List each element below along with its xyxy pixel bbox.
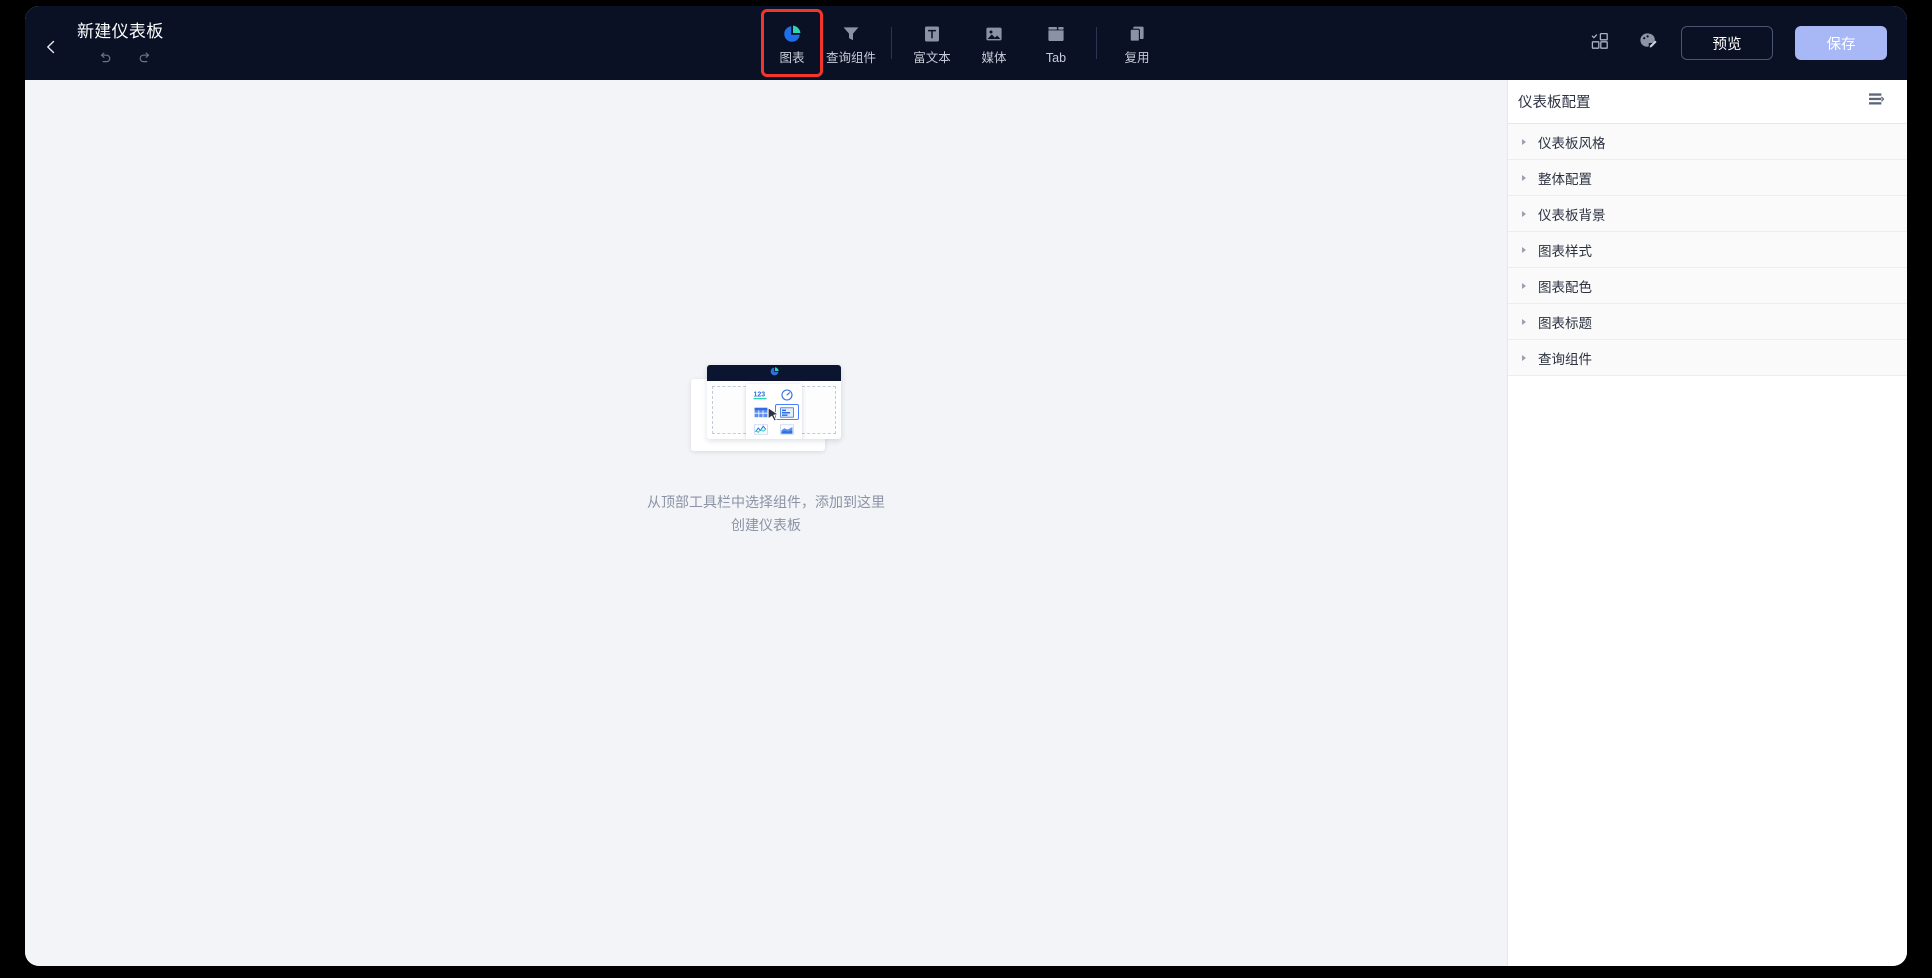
tool-reuse-label: 复用 [1124, 50, 1150, 65]
chevron-right-icon [1519, 210, 1529, 218]
tool-media-label: 媒体 [981, 50, 1007, 65]
config-section-label: 图表配色 [1538, 279, 1592, 295]
tool-rich-text-label: 富文本 [913, 50, 951, 65]
preview-button-label: 预览 [1712, 36, 1742, 53]
page-title: 新建仪表板 [77, 22, 164, 41]
config-section-label: 仪表板背景 [1538, 207, 1606, 223]
illustration-front-card: 123 [707, 365, 841, 439]
config-section-label: 查询组件 [1538, 351, 1592, 367]
config-section-label: 整体配置 [1538, 171, 1592, 187]
tool-query-component[interactable]: 查询组件 [820, 13, 882, 73]
config-section-chart-colors[interactable]: 图表配色 [1508, 268, 1907, 304]
body: 123 从顶部工具栏中选择组件，添加到这里 创建仪表板 仪表板配置 仪表板风格 … [25, 80, 1907, 966]
chevron-right-icon [1519, 138, 1529, 146]
mouse-pointer-icon [767, 407, 781, 429]
tab-window-icon [1045, 22, 1067, 46]
rich-text-icon [921, 22, 943, 46]
config-panel-header: 仪表板配置 [1508, 80, 1907, 124]
chevron-right-icon [1519, 318, 1529, 326]
tool-query-component-label: 查询组件 [825, 50, 876, 65]
save-button-label: 保存 [1826, 36, 1856, 53]
undo-button[interactable] [93, 49, 117, 71]
top-toolbar: 新建仪表板 图表 查询组件 富文本 媒体 Tab 复用 预览 保存 [25, 6, 1907, 80]
list-menu-icon [1867, 90, 1885, 113]
chevron-right-icon [1519, 174, 1529, 182]
toolbar-tools: 图表 查询组件 富文本 媒体 Tab 复用 [761, 6, 1168, 80]
config-section-chart-style[interactable]: 图表样式 [1508, 232, 1907, 268]
empty-state-line-2: 创建仪表板 [731, 517, 801, 533]
pie-chart-icon [781, 22, 803, 46]
gauge-icon [776, 388, 799, 402]
redo-icon [137, 50, 153, 71]
config-section-list: 仪表板风格 整体配置 仪表板背景 图表样式 图表配色 图表标题 查询组件 [1508, 124, 1907, 376]
preview-button[interactable]: 预览 [1681, 26, 1773, 60]
config-section-label: 图表样式 [1538, 243, 1592, 259]
chevron-right-icon [1519, 354, 1529, 362]
config-section-query-component[interactable]: 查询组件 [1508, 340, 1907, 376]
empty-state: 123 从顶部工具栏中选择组件，添加到这里 创建仪表板 [647, 365, 885, 537]
undo-icon [97, 50, 113, 71]
redo-button[interactable] [133, 49, 157, 71]
layout-grid-icon [1590, 31, 1610, 56]
theme-palette-button[interactable] [1633, 28, 1663, 58]
save-button[interactable]: 保存 [1795, 26, 1887, 60]
config-panel: 仪表板配置 仪表板风格 整体配置 仪表板背景 图表样式 图表配色 图表标题 查询… [1507, 80, 1907, 966]
config-section-label: 仪表板风格 [1538, 135, 1606, 151]
toolbar-divider [1096, 27, 1097, 59]
title-stack: 新建仪表板 [69, 15, 164, 71]
tool-chart-label: 图表 [779, 50, 805, 65]
illustration-stage: 123 [707, 381, 841, 439]
media-image-icon [983, 22, 1005, 46]
chevron-right-icon [1519, 246, 1529, 254]
svg-text:123: 123 [754, 392, 766, 399]
dashboard-canvas[interactable]: 123 从顶部工具栏中选择组件，添加到这里 创建仪表板 [25, 80, 1507, 966]
tool-rich-text[interactable]: 富文本 [901, 13, 963, 73]
number-123-icon: 123 [750, 388, 773, 402]
history-controls [77, 43, 164, 71]
config-section-chart-title[interactable]: 图表标题 [1508, 304, 1907, 340]
config-panel-menu-button[interactable] [1865, 91, 1887, 113]
tool-media[interactable]: 媒体 [963, 13, 1025, 73]
tool-tab[interactable]: Tab [1025, 13, 1087, 73]
illustration-header-bar [707, 365, 841, 381]
app-window: 新建仪表板 图表 查询组件 富文本 媒体 Tab 复用 预览 保存 123 从顶… [25, 6, 1907, 966]
tool-chart[interactable]: 图表 [761, 9, 823, 77]
tool-tab-label: Tab [1045, 50, 1067, 65]
config-section-dashboard-style[interactable]: 仪表板风格 [1508, 124, 1907, 160]
empty-state-text: 从顶部工具栏中选择组件，添加到这里 创建仪表板 [647, 491, 885, 537]
config-section-overall-config[interactable]: 整体配置 [1508, 160, 1907, 196]
back-button[interactable] [33, 27, 69, 67]
duplicate-icon [1126, 22, 1148, 46]
chevron-right-icon [1519, 282, 1529, 290]
config-section-label: 图表标题 [1538, 315, 1592, 331]
empty-state-illustration: 123 [691, 365, 841, 453]
toolbar-right-group: 预览 保存 [1585, 6, 1887, 80]
empty-state-line-1: 从顶部工具栏中选择组件，添加到这里 [647, 494, 885, 510]
tool-reuse[interactable]: 复用 [1106, 13, 1168, 73]
toolbar-divider [891, 27, 892, 59]
chevron-left-icon [43, 39, 59, 55]
pie-chart-icon [769, 365, 780, 382]
config-panel-title: 仪表板配置 [1518, 95, 1591, 111]
layout-grid-button[interactable] [1585, 28, 1615, 58]
toolbar-left-group: 新建仪表板 [25, 15, 325, 71]
config-section-dashboard-background[interactable]: 仪表板背景 [1508, 196, 1907, 232]
filter-funnel-icon [840, 22, 862, 46]
palette-icon [1638, 31, 1658, 56]
